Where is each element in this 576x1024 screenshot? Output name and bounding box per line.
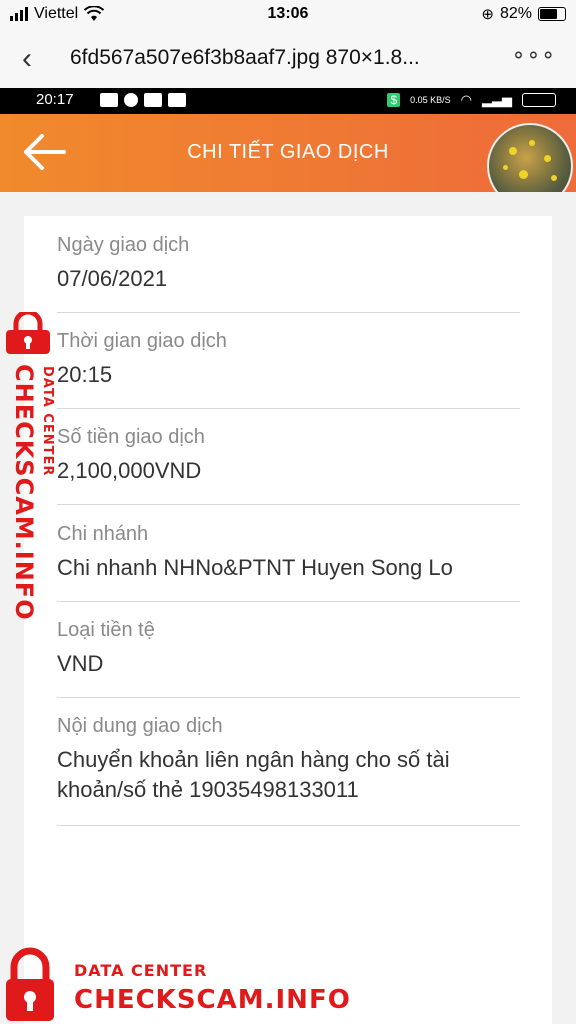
detail-value: 20:15: [57, 362, 113, 387]
image-viewer-bar: ‹ 6fd567a507e6f3b8aaf7.jpg 870×1.8... ∘∘…: [0, 30, 576, 89]
detail-label: Chi nhánh: [57, 523, 149, 545]
android-status-bar: 20:17 $ 0.05 KB/S ◠ ▂▃▅: [0, 88, 576, 114]
image-title: 6fd567a507e6f3b8aaf7.jpg 870×1.8...: [70, 46, 420, 69]
lock-icon: [6, 312, 50, 354]
app-notification-icon: [168, 93, 186, 107]
detail-label: Loại tiền tệ: [57, 619, 155, 641]
android-clock: 20:17: [36, 91, 74, 108]
detail-row-currency: Loại tiền tệ VND: [57, 617, 520, 698]
detail-label: Thời gian giao dịch: [57, 330, 227, 352]
detail-label: Số tiền giao dịch: [57, 426, 205, 448]
detail-row-date: Ngày giao dịch 07/06/2021: [57, 232, 520, 313]
detail-label: Nội dung giao dịch: [57, 715, 223, 737]
watermark-side: CHECKSCAM.INFO DATA CENTER: [4, 312, 74, 621]
wifi-icon: ◠: [460, 92, 472, 107]
back-icon[interactable]: ‹: [22, 42, 32, 76]
detail-row-time: Thời gian giao dịch 20:15: [57, 328, 520, 409]
battery-percent: 82%: [499, 5, 532, 22]
watermark-label: DATA CENTER: [74, 961, 208, 980]
watermark-site: CHECKSCAM.INFO: [74, 985, 351, 1015]
detail-row-amount: Số tiền giao dịch 2,100,000VND: [57, 424, 520, 505]
watermark-site-vertical: CHECKSCAM.INFO: [10, 364, 38, 621]
battery-icon: [538, 7, 566, 21]
app-notification-icon: [100, 93, 118, 107]
dollar-icon: $: [387, 93, 401, 107]
ios-status-bar: Viettel 13:06 ⊕ 82%: [0, 0, 576, 30]
more-options-icon[interactable]: ∘∘∘: [512, 42, 556, 68]
detail-value: Chuyển khoản liên ngân hàng cho số tài k…: [57, 747, 450, 802]
detail-value: Chi nhanh NHNo&PTNT Huyen Song Lo: [57, 555, 453, 580]
facebook-icon: [124, 93, 138, 107]
app-notification-icon: [144, 93, 162, 107]
detail-row-description: Nội dung giao dịch Chuyển khoản liên ngâ…: [57, 713, 520, 826]
detail-value: 2,100,000VND: [57, 458, 202, 483]
watermark-label-vertical: DATA CENTER: [40, 366, 55, 477]
signal-icon: ▂▃▅: [482, 92, 512, 107]
detail-value: 07/06/2021: [57, 266, 168, 291]
watermark-bottom: DATA CENTER CHECKSCAM.INFO: [4, 945, 404, 1024]
lock-icon: [6, 947, 54, 1021]
detail-label: Ngày giao dịch: [57, 234, 190, 256]
battery-icon: [522, 93, 556, 107]
notification-icons: [100, 93, 186, 107]
network-speed: 0.05 KB/S: [410, 95, 451, 105]
detail-row-branch: Chi nhánh Chi nhanh NHNo&PTNT Huyen Song…: [57, 521, 520, 602]
detail-value: VND: [57, 651, 104, 676]
rotation-lock-icon: ⊕: [481, 6, 494, 23]
